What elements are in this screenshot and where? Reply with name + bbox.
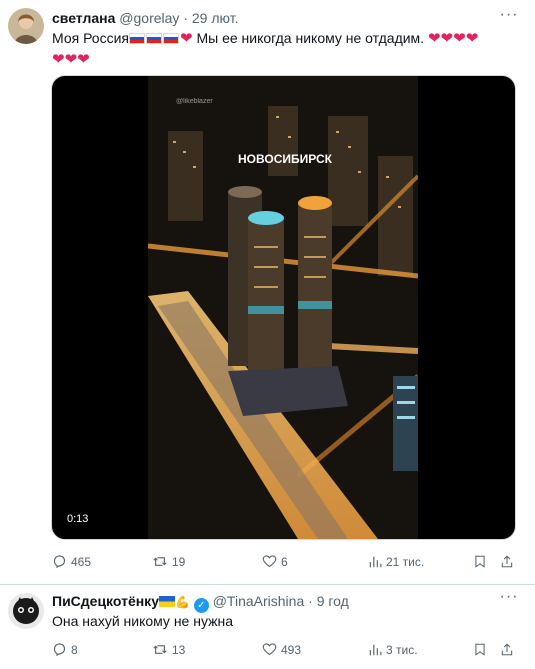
share-button[interactable] bbox=[500, 552, 518, 572]
like-button[interactable]: 6 bbox=[262, 552, 288, 572]
heart-emoji-icon: ❤ bbox=[427, 30, 441, 47]
retweet-button[interactable]: 19 bbox=[152, 552, 185, 572]
more-icon[interactable]: ··· bbox=[499, 7, 519, 28]
tweet-text: Она нахуй никому не нужна bbox=[52, 613, 233, 629]
tweet-text-part2: Мы ее никогда никому не отдадим. bbox=[192, 30, 425, 46]
bookmark-button[interactable] bbox=[473, 552, 491, 572]
heart-emoji-icon: ❤ bbox=[440, 30, 454, 47]
views-count: 21 тис. bbox=[386, 555, 425, 569]
avatar[interactable] bbox=[8, 8, 44, 44]
share-icon bbox=[501, 555, 513, 568]
heart-emoji-icon: ❤ bbox=[77, 51, 90, 68]
reply-count: 8 bbox=[71, 643, 78, 657]
retweet-icon bbox=[153, 557, 167, 566]
russia-flag-icon bbox=[129, 33, 145, 44]
retweet-count: 13 bbox=[172, 643, 186, 657]
tweet-text-part1: Моя Россия bbox=[52, 30, 129, 46]
separator-dot: · bbox=[183, 10, 188, 26]
views-button[interactable]: 21 тис. bbox=[368, 552, 424, 572]
display-name[interactable]: ПиСдецкотёнку bbox=[52, 593, 159, 609]
timestamp[interactable]: 9 год bbox=[317, 593, 349, 609]
russia-flag-icon bbox=[163, 33, 179, 44]
views-button[interactable]: 3 тис. bbox=[368, 640, 418, 660]
reply-button[interactable]: 8 bbox=[52, 640, 78, 660]
tweet[interactable]: светлана @gorelay · 29 лют. ··· Моя Росс… bbox=[0, 0, 535, 585]
display-name[interactable]: светлана bbox=[52, 10, 115, 26]
more-icon[interactable]: ··· bbox=[499, 589, 519, 610]
separator-dot: · bbox=[308, 593, 313, 609]
timestamp[interactable]: 29 лют. bbox=[192, 10, 239, 26]
like-icon bbox=[262, 555, 277, 568]
heart-emoji-icon: ❤ bbox=[465, 30, 479, 47]
user-handle[interactable]: @TinaArishina bbox=[213, 593, 305, 609]
heart-emoji-icon: ❤ bbox=[453, 30, 466, 47]
tweet-actions: 8 13 493 3 тис. bbox=[52, 640, 523, 660]
views-icon bbox=[369, 556, 382, 568]
video-timer: 0:13 bbox=[62, 511, 94, 527]
reply-icon bbox=[53, 555, 66, 569]
user-handle[interactable]: @gorelay bbox=[119, 10, 179, 26]
video-frame: @likeblazer НОВОСИБИРСК bbox=[148, 76, 418, 539]
tweet-header: светлана @gorelay · 29 лют. bbox=[52, 8, 495, 28]
ukraine-flag-icon bbox=[158, 596, 175, 607]
reply-button[interactable]: 465 bbox=[52, 552, 91, 572]
bookmark-icon bbox=[475, 643, 485, 656]
heart-emoji-icon: ❤ bbox=[180, 30, 193, 47]
heart-emoji-icon: ❤ bbox=[52, 51, 65, 68]
views-count: 3 тис. bbox=[386, 643, 418, 657]
avatar[interactable] bbox=[8, 593, 44, 629]
like-count: 6 bbox=[281, 555, 288, 569]
russia-flag-icon bbox=[146, 33, 162, 44]
video-city-label: НОВОСИБИРСК bbox=[238, 152, 333, 166]
retweet-icon bbox=[153, 645, 167, 654]
video-watermark: @likeblazer bbox=[176, 98, 213, 105]
views-icon bbox=[369, 644, 382, 656]
share-button[interactable] bbox=[500, 640, 518, 660]
tweet-actions: 465 19 6 21 тис. bbox=[52, 552, 523, 572]
reply-count: 465 bbox=[71, 555, 92, 569]
tweet-header: ПиСдецкотёнку 💪 ✓ @TinaArishina · 9 год bbox=[52, 591, 495, 613]
heart-emoji-icon: ❤ bbox=[64, 51, 78, 68]
video-player[interactable]: @likeblazer НОВОСИБИРСК 0:13 bbox=[51, 75, 516, 540]
retweet-count: 19 bbox=[172, 555, 186, 569]
like-button[interactable]: 493 bbox=[262, 640, 301, 660]
bookmark-icon bbox=[475, 555, 485, 568]
tweet-text: Моя Россия ❤ Мы ее никогда никому не отда… bbox=[52, 28, 523, 70]
like-count: 493 bbox=[281, 643, 302, 657]
reply-icon bbox=[53, 643, 66, 657]
flexed-biceps-icon: 💪 bbox=[174, 595, 190, 609]
retweet-button[interactable]: 13 bbox=[152, 640, 185, 660]
bookmark-button[interactable] bbox=[473, 640, 491, 660]
share-icon bbox=[501, 643, 513, 656]
like-icon bbox=[262, 643, 277, 656]
